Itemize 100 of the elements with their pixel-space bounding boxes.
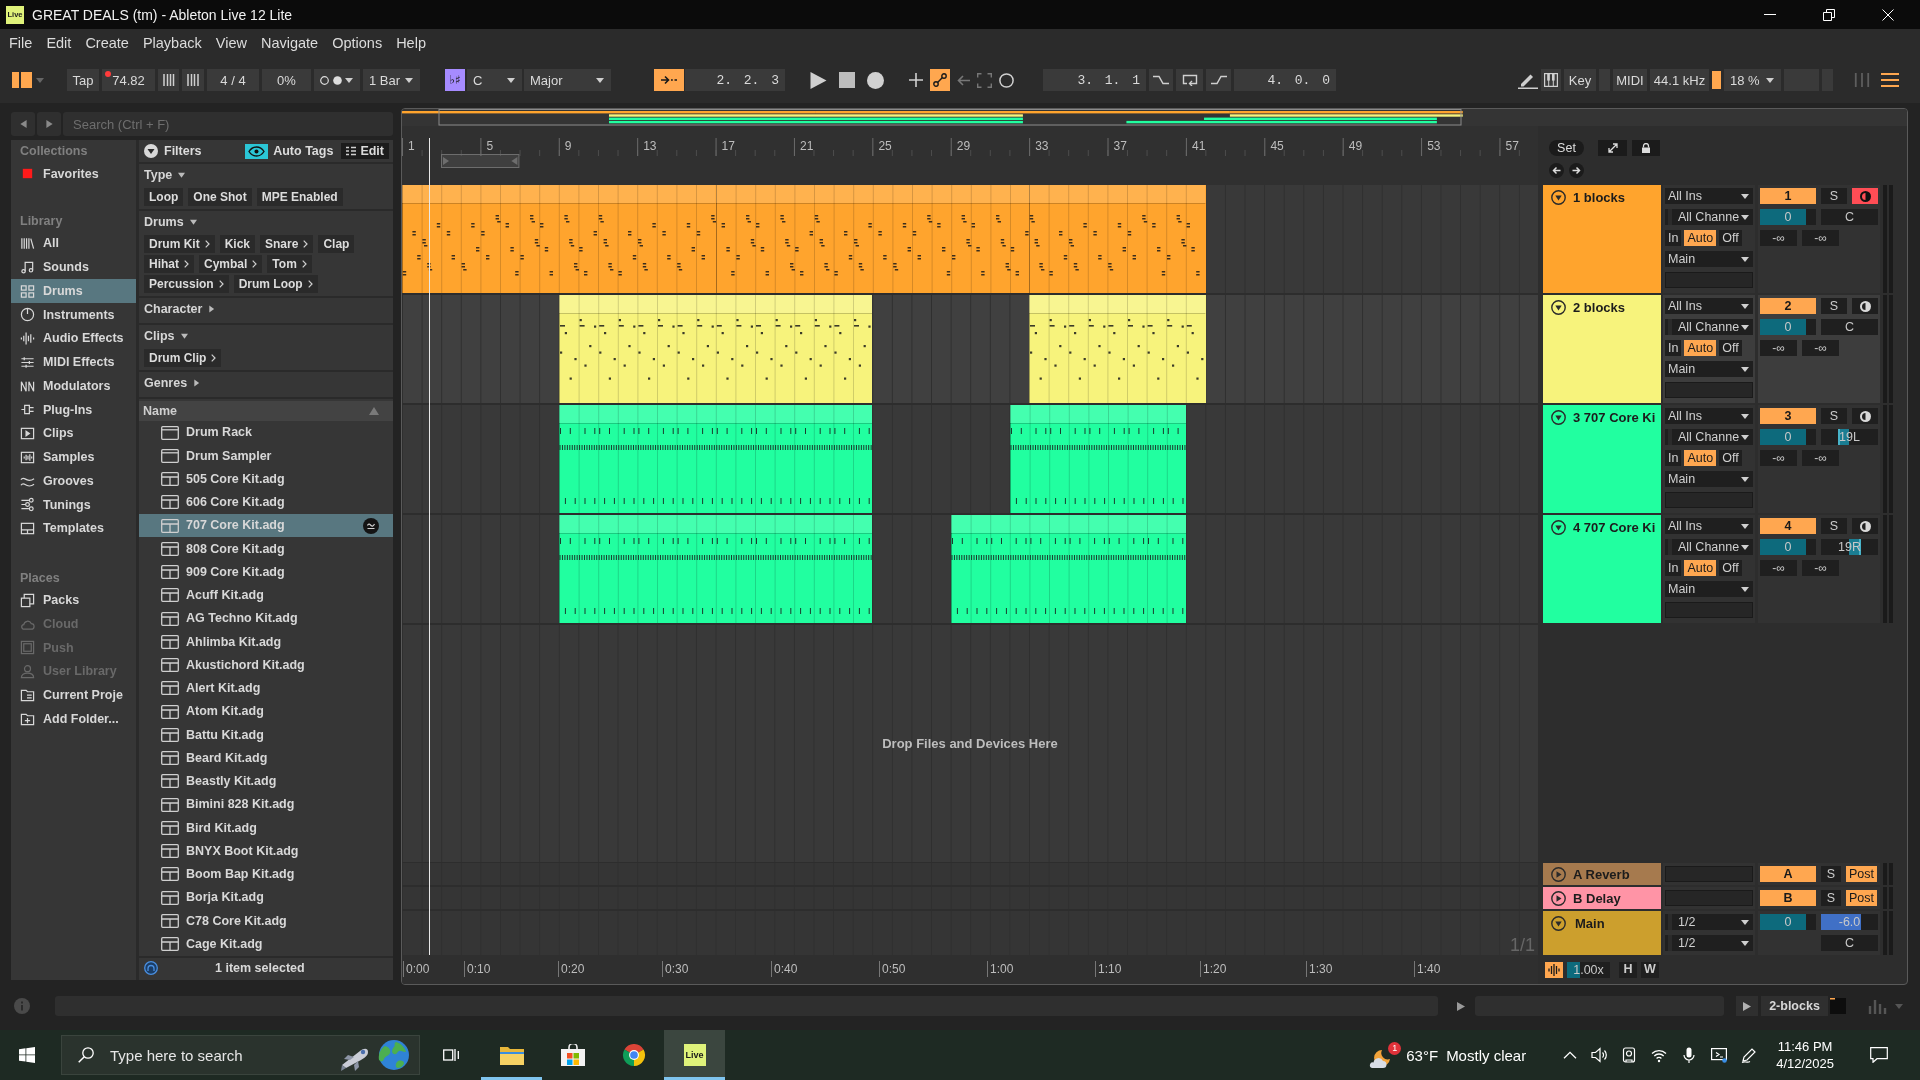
- menu-item[interactable]: Options: [325, 31, 390, 55]
- edit-button[interactable]: Edit: [341, 143, 389, 159]
- solo-button[interactable]: S: [1821, 298, 1847, 314]
- microphone-icon[interactable]: [1681, 1047, 1698, 1063]
- sidebar-item[interactable]: Audio Effects: [11, 326, 136, 351]
- sidebar-item[interactable]: Plug-Ins: [11, 398, 136, 422]
- output-dropdown[interactable]: 1/2: [1665, 935, 1753, 951]
- filter-group-header[interactable]: Drums: [144, 211, 197, 233]
- filter-group-header[interactable]: Genres: [144, 372, 201, 394]
- search-field[interactable]: Search (Ctrl + F): [63, 112, 393, 136]
- monitor-button[interactable]: Off: [1719, 450, 1742, 466]
- pan-slider[interactable]: C: [1821, 209, 1878, 225]
- volume-slider[interactable]: 0: [1760, 429, 1816, 445]
- monitor-button[interactable]: In: [1665, 230, 1682, 246]
- browser-list-item[interactable]: BNYX Boot Kit.adg: [139, 839, 393, 863]
- clock-button[interactable]: 11:46 PM 4/12/2025: [1776, 1040, 1834, 1070]
- volume-slider[interactable]: 0: [1760, 209, 1816, 225]
- filter-group-header[interactable]: Clips: [144, 325, 188, 347]
- time-signature-field[interactable]: 4 / 4: [207, 69, 259, 91]
- browser-list-item[interactable]: Beard Kit.adg: [139, 746, 393, 770]
- sidebar-item[interactable]: All: [11, 231, 136, 256]
- record-icon[interactable]: [867, 71, 884, 89]
- monitor-button[interactable]: In: [1665, 450, 1682, 466]
- restore-icon[interactable]: [1823, 8, 1835, 21]
- filter-group-header[interactable]: Type: [144, 164, 186, 186]
- volume-slider[interactable]: 0: [1760, 539, 1816, 555]
- width-button[interactable]: W: [1641, 961, 1659, 978]
- loop-start-field[interactable]: 3. 1. 1: [1043, 69, 1146, 91]
- browser-list-item[interactable]: AG Techno Kit.adg: [139, 607, 393, 631]
- solo-button[interactable]: S: [1821, 518, 1847, 534]
- output-channel-field[interactable]: [1665, 492, 1753, 508]
- browser-list-item[interactable]: Cage Kit.adg: [139, 932, 393, 956]
- sidebar-item[interactable]: Templates: [11, 516, 136, 541]
- midi-map-button[interactable]: MIDI: [1613, 69, 1647, 91]
- track-header[interactable]: 2 blocks: [1543, 295, 1661, 403]
- browser-list-item[interactable]: Bird Kit.adg: [139, 816, 393, 840]
- key-map-button[interactable]: Key: [1564, 69, 1596, 91]
- output-dropdown[interactable]: 1/2: [1665, 914, 1753, 930]
- speaker-icon[interactable]: [1591, 1047, 1608, 1063]
- quantization-dropdown[interactable]: 1 Bar: [363, 69, 420, 91]
- tag-chip[interactable]: Drum Loop: [233, 275, 318, 293]
- menu-icon[interactable]: [1881, 72, 1899, 88]
- monitor-button[interactable]: Auto: [1684, 340, 1717, 356]
- midi-clip[interactable]: [1029, 185, 1206, 293]
- tag-chip[interactable]: Cymbal: [199, 255, 263, 273]
- midi-clip[interactable]: [402, 185, 716, 293]
- volume-slider[interactable]: 0: [1760, 914, 1816, 930]
- nudge-up-button[interactable]: [182, 69, 204, 91]
- solo-button[interactable]: S: [1821, 866, 1841, 882]
- arrow-right-icon[interactable]: [1569, 163, 1584, 178]
- tag-chip[interactable]: Tom: [267, 255, 312, 273]
- browser-list-item[interactable]: Borja Kit.adg: [139, 886, 393, 910]
- position-field[interactable]: 2. 2. 3: [685, 69, 785, 91]
- nudge-down-button[interactable]: [158, 69, 179, 91]
- output-channel-field[interactable]: [1665, 602, 1753, 618]
- scale-name-dropdown[interactable]: Major: [524, 69, 611, 91]
- follow-button[interactable]: [654, 69, 684, 91]
- circle-icon[interactable]: [999, 72, 1014, 88]
- input-type-dropdown[interactable]: All Ins: [1665, 298, 1753, 314]
- forward-button[interactable]: [37, 112, 61, 136]
- menu-item[interactable]: View: [208, 31, 254, 55]
- browser-list-item[interactable]: Drum Rack: [139, 421, 393, 445]
- tag-chip[interactable]: Clap: [318, 235, 355, 253]
- sidebar-item[interactable]: Favorites: [11, 162, 136, 186]
- punch-in-button[interactable]: [1149, 69, 1173, 91]
- midi-clip[interactable]: [558, 405, 873, 513]
- solo-button[interactable]: S: [1821, 890, 1841, 906]
- menu-item[interactable]: Edit: [39, 31, 79, 55]
- return-header[interactable]: B Delay: [1543, 887, 1661, 909]
- track-activator-button[interactable]: 4: [1760, 518, 1816, 534]
- column-header[interactable]: Name: [139, 401, 393, 421]
- monitor-button[interactable]: Auto: [1684, 230, 1717, 246]
- sidebar-item[interactable]: Tunings: [11, 493, 136, 517]
- tag-chip[interactable]: Drum Clip: [144, 349, 222, 367]
- automation-arm-button[interactable]: [930, 69, 950, 91]
- filter-group-header[interactable]: Character: [144, 298, 216, 320]
- input-type-dropdown[interactable]: All Ins: [1665, 188, 1753, 204]
- monitor-button[interactable]: Auto: [1684, 560, 1717, 576]
- browser-list-item[interactable]: Beastly Kit.adg: [139, 769, 393, 793]
- monitor-button[interactable]: Auto: [1684, 450, 1717, 466]
- set-button[interactable]: Set: [1549, 140, 1584, 156]
- sidebar-item[interactable]: MIDI Effects: [11, 350, 136, 375]
- play-icon[interactable]: [810, 71, 827, 89]
- solo-button[interactable]: S: [1821, 408, 1847, 424]
- overlapping-windows-icon[interactable]: [443, 1047, 459, 1063]
- browser-list-item[interactable]: Akustichord Kit.adg: [139, 653, 393, 677]
- browser-list-item[interactable]: 606 Core Kit.adg: [139, 490, 393, 514]
- track-header[interactable]: 1 blocks: [1543, 185, 1661, 293]
- panel-layout-icon[interactable]: [12, 72, 32, 88]
- input-channel-dropdown[interactable]: All Channe: [1665, 209, 1753, 225]
- tag-chip[interactable]: One Shot: [188, 188, 252, 206]
- input-type-dropdown[interactable]: All Ins: [1665, 408, 1753, 424]
- midi-clip[interactable]: [558, 295, 873, 403]
- pan-slider[interactable]: C: [1821, 935, 1878, 951]
- taskbar-search-field[interactable]: Type here to search: [61, 1035, 420, 1075]
- monitor-button[interactable]: In: [1665, 560, 1682, 576]
- punch-out-button[interactable]: [1206, 69, 1231, 91]
- tap-button[interactable]: Tap: [67, 69, 99, 91]
- pan-thumb[interactable]: [1837, 429, 1840, 445]
- arm-button[interactable]: [1852, 408, 1878, 424]
